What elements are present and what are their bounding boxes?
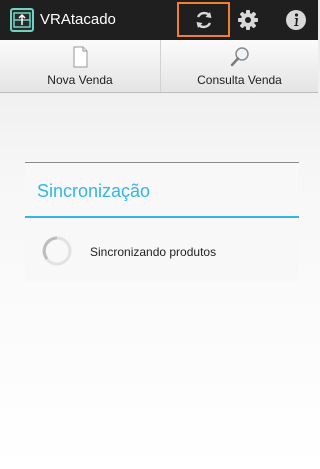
title-divider <box>25 216 299 218</box>
menu-item-consulta-venda[interactable]: Consulta Venda <box>160 40 318 92</box>
top-menu: Nova Venda Consulta Venda <box>0 40 318 93</box>
spinner-icon <box>42 236 72 266</box>
menu-item-label: Consulta Venda <box>197 73 282 87</box>
sync-dialog: Sincronização Sincronizando produtos <box>25 162 299 282</box>
magnifier-icon <box>230 47 249 67</box>
menu-item-label: Nova Venda <box>47 73 113 87</box>
info-icon <box>286 10 306 30</box>
dialog-title: Sincronização <box>37 181 151 201</box>
settings-button[interactable] <box>232 4 264 36</box>
info-button[interactable] <box>280 4 312 36</box>
action-bar: VRAtacado <box>0 0 318 40</box>
document-icon <box>73 46 88 68</box>
app-title: VRAtacado <box>40 11 116 28</box>
sync-icon <box>196 11 211 28</box>
app-logo-icon <box>10 8 34 32</box>
sync-button[interactable] <box>177 2 230 37</box>
sync-status-text: Sincronizando produtos <box>90 245 217 259</box>
gear-icon <box>238 10 258 30</box>
menu-item-nova-venda[interactable]: Nova Venda <box>0 40 160 92</box>
